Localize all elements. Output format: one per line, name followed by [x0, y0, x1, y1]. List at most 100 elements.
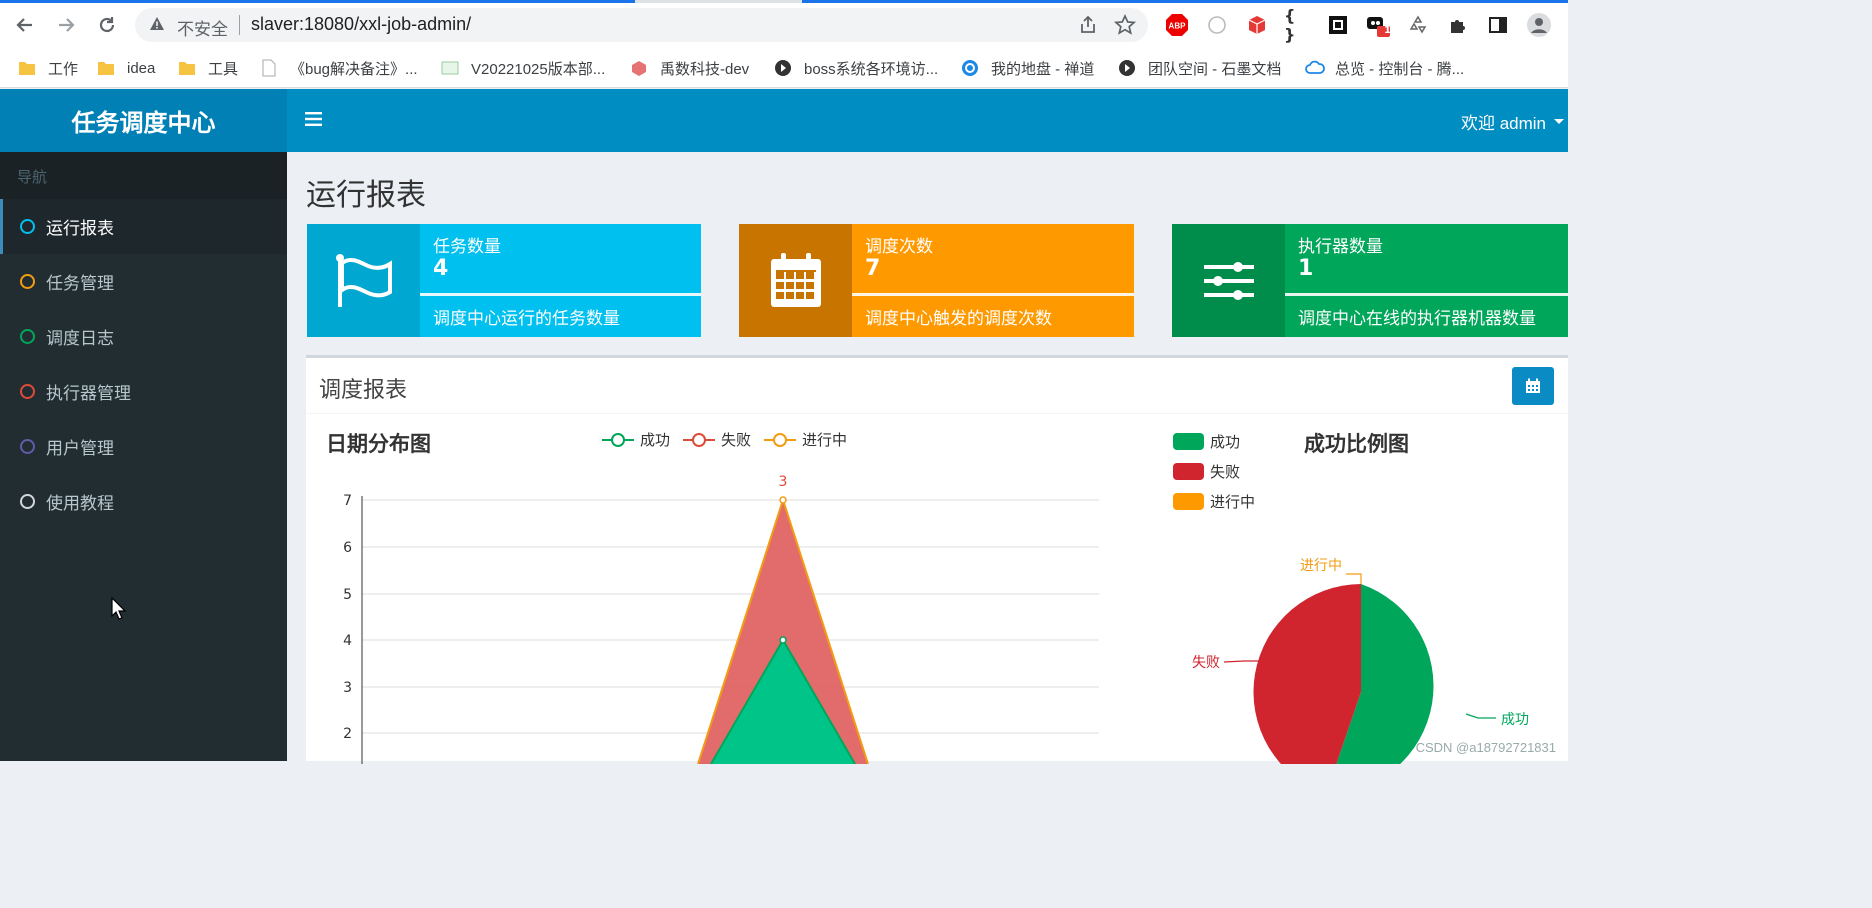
bookmark-label: 我的地盘 - 禅道 [991, 60, 1095, 78]
card-label: 任务数量 [433, 237, 501, 257]
doc-icon [260, 59, 278, 77]
circle-icon [20, 384, 35, 399]
notify-ext-icon[interactable]: 1 [1365, 12, 1391, 38]
share-icon[interactable] [1078, 15, 1098, 39]
pie-legend-running[interactable]: 进行中 [1173, 491, 1255, 512]
bookmark-item[interactable]: 工作 [18, 56, 78, 80]
user-menu[interactable]: 欢迎 admin [1461, 109, 1564, 134]
legend-line-icon [683, 432, 715, 447]
sidebar-item-executors[interactable]: 执行器管理 [0, 364, 287, 419]
legend-running[interactable]: 进行中 [764, 429, 847, 450]
profile-avatar-icon[interactable] [1526, 12, 1552, 38]
legend-line-icon [764, 432, 796, 447]
bookmark-star-icon[interactable] [1113, 13, 1137, 40]
legend-success[interactable]: 成功 [602, 429, 670, 450]
card-label: 调度次数 [865, 237, 933, 257]
y-tick-label: 7 [343, 493, 352, 509]
legend-fail[interactable]: 失败 [683, 429, 751, 450]
svg-text:ABP: ABP [1169, 22, 1187, 31]
warning-icon[interactable] [149, 16, 165, 36]
sidebar-item-users[interactable]: 用户管理 [0, 419, 287, 474]
sidebar-item-jobs[interactable]: 任务管理 [0, 254, 287, 309]
zentao-icon [961, 59, 979, 77]
bookmark-label: 工作 [48, 60, 79, 78]
date-range-button[interactable] [1512, 367, 1554, 405]
sidebar-item-label: 运行报表 [46, 219, 114, 239]
pie-legend-success[interactable]: 成功 [1173, 431, 1240, 452]
bookmark-item[interactable]: 《bug解决备注》... [260, 56, 418, 80]
app-icon [630, 59, 648, 77]
sidebar-item-help[interactable]: 使用教程 [0, 474, 287, 529]
legend-line-icon [602, 432, 634, 447]
cloud-icon [1305, 59, 1325, 77]
report-box: 调度报表 日期分布图 成功 失败 进行中 7 6 5 4 3 2 3 成功 失败… [306, 355, 1568, 764]
line-chart-title: 日期分布图 [326, 432, 431, 456]
legend-label: 进行中 [802, 431, 848, 449]
address-bar[interactable]: 不安全 slaver:18080/xxl-job-admin/ [135, 8, 1148, 42]
url-text[interactable]: slaver:18080/xxl-job-admin/ [251, 14, 471, 35]
sidebar: 导航 运行报表 任务管理 调度日志 执行器管理 用户管理 使用教程 [0, 152, 287, 761]
bookmark-item[interactable]: V20221025版本部... [441, 56, 605, 80]
extensions-icon[interactable] [1445, 12, 1471, 38]
pie-legend-fail[interactable]: 失败 [1173, 461, 1240, 482]
browser-toolbar: 不安全 slaver:18080/xxl-job-admin/ ABP { } … [0, 0, 1568, 50]
card-body: 执行器数量 1 调度中心在线的执行器机器数量 [1285, 224, 1568, 337]
circle-icon [20, 329, 35, 344]
sidebar-item-label: 用户管理 [46, 439, 114, 459]
omnibox-divider [239, 15, 240, 35]
card-label: 执行器数量 [1298, 237, 1383, 257]
sidebar-item-label: 执行器管理 [46, 384, 131, 404]
bookmark-item[interactable]: 禹数科技-dev [630, 56, 749, 80]
legend-swatch [1173, 493, 1204, 510]
card-value: 7 [865, 256, 881, 281]
y-tick-label: 2 [343, 726, 352, 742]
recycle-ext-icon[interactable] [1405, 12, 1431, 38]
sidebar-item-logs[interactable]: 调度日志 [0, 309, 287, 364]
tab-strip [0, 0, 1568, 3]
json-ext-icon[interactable]: { } [1284, 6, 1310, 44]
success-point[interactable] [779, 636, 787, 644]
circle-icon [20, 439, 35, 454]
bookmark-item[interactable]: idea [97, 56, 155, 80]
bookmark-item[interactable]: 工具 [178, 56, 238, 80]
app-logo[interactable]: 任务调度中心 [0, 89, 287, 152]
pie-slice-fail[interactable] [1253, 584, 1361, 764]
sidebar-item-report[interactable]: 运行报表 [0, 199, 287, 254]
pie-label-success: 成功 [1501, 712, 1529, 728]
peak-point[interactable] [779, 496, 787, 504]
calendar-icon [739, 224, 852, 337]
side-panel-icon[interactable] [1485, 12, 1511, 38]
menu-toggle-icon[interactable] [305, 111, 323, 131]
bookmark-item[interactable]: 总览 - 控制台 - 腾... [1305, 56, 1464, 80]
bookmark-item[interactable]: 团队空间 - 石墨文档 [1118, 56, 1281, 80]
bookmark-item[interactable]: 我的地盘 - 禅道 [961, 56, 1094, 80]
legend-swatch [1173, 433, 1204, 450]
reload-icon[interactable] [94, 12, 120, 38]
legend-label: 成功 [1210, 433, 1241, 451]
bookmark-label: 总览 - 控制台 - 腾... [1335, 60, 1465, 78]
sidebar-item-label: 调度日志 [46, 329, 114, 349]
card-desc: 调度中心在线的执行器机器数量 [1298, 309, 1536, 329]
card-value: 1 [1298, 256, 1314, 281]
bookmark-label: boss系统各环境访... [804, 60, 939, 78]
shimo-icon [1118, 59, 1136, 77]
circle-ext-icon[interactable] [1204, 12, 1230, 38]
legend-label: 进行中 [1210, 493, 1256, 511]
bookmark-label: 团队空间 - 石墨文档 [1148, 60, 1282, 78]
y-tick-label: 6 [343, 540, 352, 556]
cube-ext-icon[interactable] [1244, 12, 1270, 38]
qr-ext-icon[interactable] [1325, 12, 1351, 38]
bookmark-label: idea [127, 59, 156, 77]
bookmark-item[interactable]: boss系统各环境访... [774, 56, 938, 80]
forward-icon[interactable] [53, 12, 79, 38]
date-distribution-chart: 7 6 5 4 3 2 3 [343, 474, 1099, 764]
adblock-icon[interactable]: ABP [1164, 12, 1190, 38]
back-icon[interactable] [12, 12, 38, 38]
box-divider [306, 413, 1568, 414]
bookmark-label: 工具 [208, 60, 239, 78]
card-divider [1285, 293, 1568, 296]
pie-chart-title: 成功比例图 [1304, 432, 1409, 456]
pie-label-fail: 失败 [1192, 655, 1220, 671]
label-line-fail [1223, 660, 1259, 663]
card-body: 任务数量 4 调度中心运行的任务数量 [420, 224, 701, 337]
